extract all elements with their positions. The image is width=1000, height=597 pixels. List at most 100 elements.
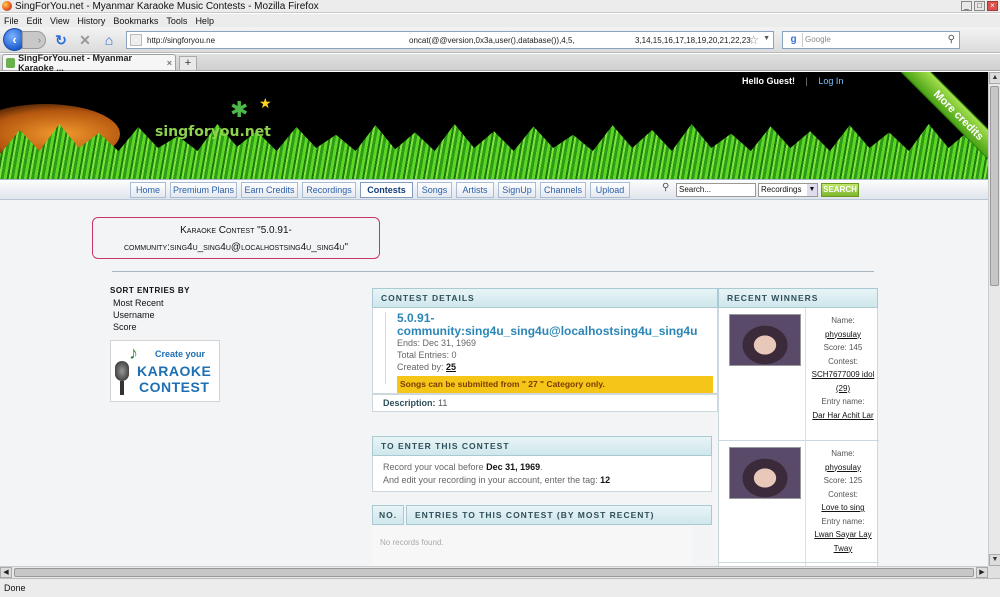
status-bar: Done <box>0 578 1000 597</box>
scroll-left-icon[interactable]: ◀ <box>0 567 12 578</box>
site-logo[interactable]: singforyou.net ✱ ★ <box>155 96 272 140</box>
close-button[interactable]: × <box>987 1 998 11</box>
tab-favicon <box>6 57 16 68</box>
winner-name-link[interactable]: phyosulay <box>825 463 861 472</box>
menu-view[interactable]: View <box>50 16 69 26</box>
page-viewport: singforyou.net ✱ ★ Hello Guest! | Log In… <box>0 72 988 566</box>
microphone-stand <box>120 381 124 395</box>
url-dropdown-icon[interactable]: ▼ <box>763 35 770 42</box>
login-link[interactable]: Log In <box>818 76 843 86</box>
winner-contest-label: Contest: <box>828 489 858 499</box>
bookmark-star-icon[interactable]: ☆ <box>748 33 759 47</box>
vertical-scroll-thumb[interactable] <box>990 86 999 286</box>
browser-search-box[interactable]: g Google ⚲ <box>782 30 960 49</box>
sort-entries: SORT ENTRIES BY Most Recent Username Sco… <box>110 286 190 333</box>
winner-entry-link[interactable]: Lwan Sayar Lay Tway <box>814 530 871 553</box>
logo-figure-icon: ✱ <box>230 98 249 123</box>
winner-item: Name: phyosulay Score: 125 Contest: Love… <box>719 441 879 563</box>
contest-title-line1: Karaoke Contest "5.0.91- <box>180 225 292 236</box>
nav-upload[interactable]: Upload <box>590 182 630 198</box>
nav-signup[interactable]: SignUp <box>498 182 536 198</box>
stop-icon[interactable]: ✕ <box>76 31 94 49</box>
menu-edit[interactable]: Edit <box>27 16 43 26</box>
contest-description: Description: 11 <box>372 394 718 412</box>
minimize-button[interactable]: _ <box>961 1 972 11</box>
scroll-down-icon[interactable]: ▼ <box>989 554 1000 566</box>
menu-tools[interactable]: Tools <box>166 16 187 26</box>
winner-name-link[interactable]: phyosulay <box>825 330 861 339</box>
tab-strip: SingForYou.net - Myanmar Karaoke ... × + <box>0 53 1000 73</box>
site-search-button[interactable]: SEARCH <box>821 183 859 197</box>
create-contest-banner[interactable]: ♪ Create your KARAOKE CONTEST <box>110 340 220 402</box>
winner-name-label: Name: <box>831 316 855 325</box>
site-search-input[interactable]: Search... <box>676 183 756 197</box>
search-icon[interactable]: ⚲ <box>948 34 955 45</box>
enter-contest-header: TO ENTER THIS CONTEST <box>372 436 712 456</box>
winner-entry-label: Entry name: <box>821 516 865 526</box>
enter-contest-info: Record your vocal before Dec 31, 1969. A… <box>372 456 712 492</box>
vertical-scrollbar[interactable]: ▲ ▼ <box>988 72 1000 566</box>
menu-file[interactable]: File <box>4 16 19 26</box>
winner-contest-link[interactable]: SCH7677009 idol (29) <box>812 370 875 393</box>
scrollbar-corner <box>988 566 1000 578</box>
winner-entry[interactable]: Dar Har Achit Lar <box>807 409 879 423</box>
nav-songs[interactable]: Songs <box>417 182 452 198</box>
winner-entry[interactable]: Lwan Sayar Lay Tway <box>807 528 879 555</box>
sort-score[interactable]: Score <box>113 321 190 333</box>
contest-name-line2: community:sing4u_sing4u@localhostsing4u_… <box>397 324 698 338</box>
forward-button[interactable]: › <box>22 30 46 49</box>
tab-close-icon[interactable]: × <box>167 58 172 68</box>
window-title-bar: SingForYou.net - Myanmar Karaoke Music C… <box>0 0 1000 13</box>
winner-name[interactable]: phyosulay <box>807 461 879 475</box>
status-text: Done <box>4 583 26 593</box>
scroll-right-icon[interactable]: ▶ <box>976 567 988 578</box>
winner-contest[interactable]: SCH7677009 idol (29) <box>807 368 879 395</box>
banner-line3: CONTEST <box>139 379 210 395</box>
reload-icon[interactable]: ↻ <box>52 31 70 49</box>
google-icon[interactable]: g <box>785 32 803 47</box>
nav-earn-credits[interactable]: Earn Credits <box>241 182 298 198</box>
url-text-start: http://singforyou.ne <box>147 35 216 45</box>
nav-home[interactable]: Home <box>130 182 166 198</box>
nav-channels[interactable]: Channels <box>540 182 586 198</box>
sort-username[interactable]: Username <box>113 309 190 321</box>
window-title: SingForYou.net - Myanmar Karaoke Music C… <box>15 0 319 12</box>
enter-line1-text: Record your vocal before <box>383 462 484 472</box>
contest-name[interactable]: 5.0.91- community:sing4u_sing4u@localhos… <box>397 312 697 338</box>
url-bar[interactable]: http://singforyou.ne oncat(@@version,0x3… <box>126 30 774 49</box>
winner-entry-link[interactable]: Dar Har Achit Lar <box>812 411 873 420</box>
tab-singforyou[interactable]: SingForYou.net - Myanmar Karaoke ... × <box>2 53 176 73</box>
winner-contest-link[interactable]: Love to sing <box>821 503 864 512</box>
winner-divider <box>805 308 806 440</box>
winner-name[interactable]: phyosulay <box>807 328 879 342</box>
search-category-select[interactable]: Recordings ▼ <box>758 183 818 197</box>
site-nav: Home Premium Plans Earn Credits Recordin… <box>0 179 988 200</box>
nav-artists[interactable]: Artists <box>456 182 494 198</box>
sort-most-recent[interactable]: Most Recent <box>113 297 190 309</box>
entries-empty: No records found. <box>372 526 692 566</box>
home-icon[interactable]: ⌂ <box>100 31 118 49</box>
nav-contests[interactable]: Contests <box>360 182 413 198</box>
menu-help[interactable]: Help <box>195 16 214 26</box>
winner-score: Score: 125 <box>823 476 863 485</box>
nav-premium-plans[interactable]: Premium Plans <box>170 182 237 198</box>
menu-history[interactable]: History <box>77 16 105 26</box>
url-text-end: 3,14,15,16,17,18,19,20,21,22,23 <box>635 35 751 45</box>
winner-divider <box>805 441 806 562</box>
chevron-down-icon: ▼ <box>807 184 817 196</box>
creator-link[interactable]: 25 <box>446 362 456 372</box>
winner-photo[interactable] <box>729 447 801 499</box>
maximize-button[interactable]: □ <box>974 1 985 11</box>
horizontal-scrollbar[interactable]: ◀ ▶ <box>0 566 988 578</box>
new-tab-button[interactable]: + <box>179 56 197 70</box>
scroll-up-icon[interactable]: ▲ <box>989 72 1000 84</box>
contest-details: 5.0.91- community:sing4u_sing4u@localhos… <box>372 308 718 394</box>
nav-recordings[interactable]: Recordings <box>302 182 356 198</box>
winner-info: Name: phyosulay Score: 145 Contest: SCH7… <box>807 314 879 422</box>
winner-photo[interactable] <box>729 314 801 366</box>
horizontal-scroll-thumb[interactable] <box>14 568 974 577</box>
winner-contest[interactable]: Love to sing <box>807 501 879 515</box>
banner-line2: KARAOKE <box>137 363 212 379</box>
banner-line1: Create your <box>155 349 206 359</box>
menu-bookmarks[interactable]: Bookmarks <box>113 16 158 26</box>
